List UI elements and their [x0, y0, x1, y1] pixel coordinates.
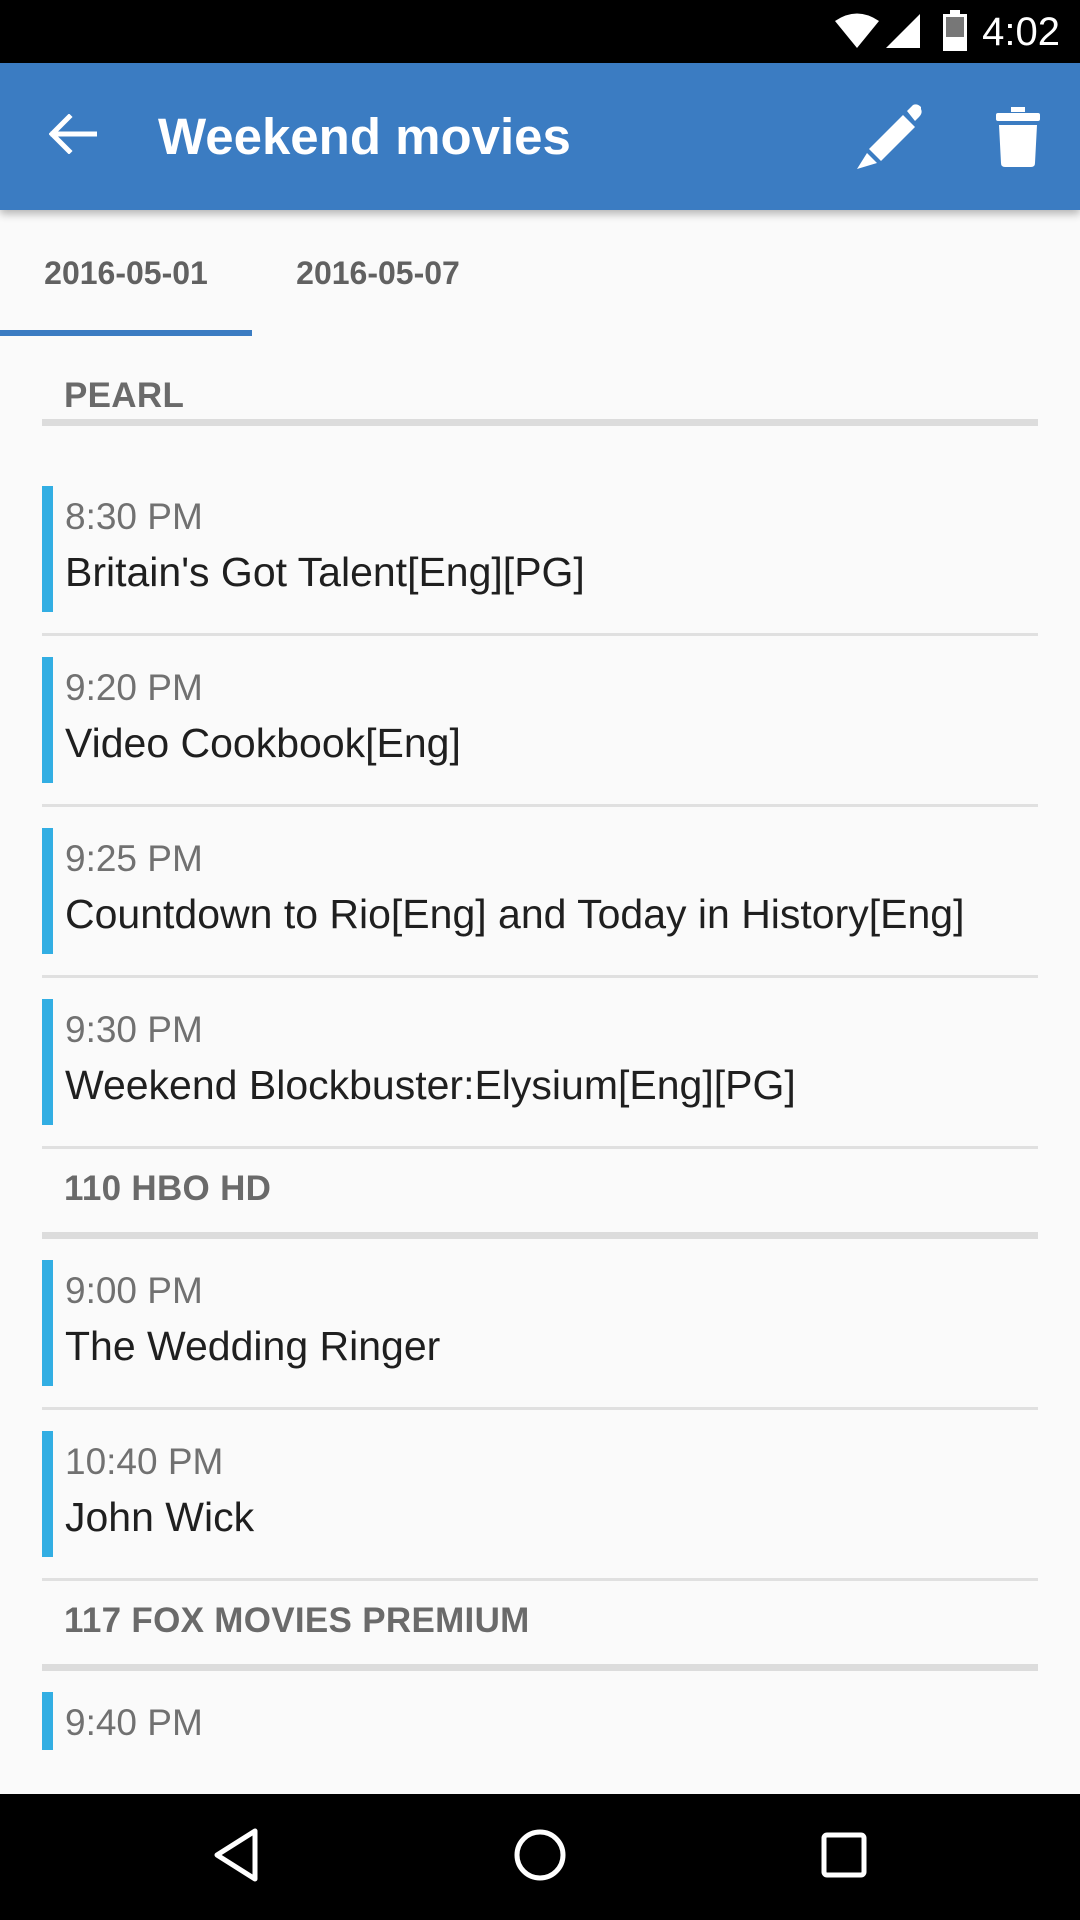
program-time: 9:40 PM	[65, 1702, 203, 1743]
edit-button[interactable]	[850, 99, 930, 179]
system-nav-bar	[0, 1794, 1080, 1920]
program-title: Video Cookbook[Eng]	[65, 720, 461, 766]
arrow-left-icon	[48, 112, 98, 159]
list-item[interactable]: 9:40 PM	[42, 1671, 1038, 1750]
accent-bar	[42, 657, 53, 783]
program-title: Britain's Got Talent[Eng][PG]	[65, 549, 585, 595]
date-tabs: 2016-05-01 2016-05-07	[0, 210, 1080, 336]
list-item[interactable]: 9:20 PM Video Cookbook[Eng]	[42, 636, 1038, 807]
back-button[interactable]	[40, 103, 106, 169]
accent-bar	[42, 1260, 53, 1386]
status-time: 4:02	[982, 10, 1060, 54]
program-title: Countdown to Rio[Eng] and Today in Histo…	[65, 891, 965, 937]
nav-recents-button[interactable]	[804, 1817, 884, 1897]
list-item[interactable]: 10:40 PM John Wick	[42, 1410, 1038, 1581]
program-time: 10:40 PM	[65, 1441, 224, 1482]
tab-2016-05-01[interactable]: 2016-05-01	[0, 210, 252, 336]
pencil-icon	[855, 103, 925, 176]
channel-header: 110 HBO HD	[42, 1149, 1038, 1239]
divider	[42, 419, 1038, 426]
page-title: Weekend movies	[158, 108, 571, 165]
channel-name: 110 HBO HD	[64, 1169, 272, 1208]
battery-icon	[942, 10, 968, 57]
list-item[interactable]: 9:30 PM Weekend Blockbuster:Elysium[Eng]…	[42, 978, 1038, 1149]
delete-button[interactable]	[978, 99, 1058, 179]
program-time: 9:25 PM	[65, 838, 203, 879]
program-time: 9:30 PM	[65, 1009, 203, 1050]
accent-bar	[42, 828, 53, 954]
accent-bar	[42, 1692, 53, 1750]
trash-icon	[995, 106, 1041, 172]
accent-bar	[42, 486, 53, 612]
back-triangle-icon	[211, 1827, 261, 1888]
status-bar: 4:02	[0, 0, 1080, 63]
tab-2016-05-07[interactable]: 2016-05-07	[252, 210, 504, 336]
channel-name: 117 FOX MOVIES PREMIUM	[64, 1601, 530, 1640]
divider	[42, 1232, 1038, 1239]
list-item[interactable]: 9:25 PM Countdown to Rio[Eng] and Today …	[42, 807, 1038, 978]
program-time: 9:20 PM	[65, 667, 203, 708]
program-time: 9:00 PM	[65, 1270, 203, 1311]
wifi-icon	[834, 12, 880, 55]
program-time: 8:30 PM	[65, 496, 203, 537]
nav-home-button[interactable]	[500, 1817, 580, 1897]
divider	[42, 1664, 1038, 1671]
signal-icon	[884, 12, 922, 55]
schedule-list: PEARL 8:30 PM Britain's Got Talent[Eng][…	[0, 336, 1080, 1750]
recents-square-icon	[820, 1831, 868, 1884]
channel-name: PEARL	[64, 376, 185, 415]
list-item[interactable]: 9:00 PM The Wedding Ringer	[42, 1239, 1038, 1410]
program-title: John Wick	[65, 1494, 255, 1540]
list-item[interactable]: 8:30 PM Britain's Got Talent[Eng][PG]	[42, 465, 1038, 636]
nav-back-button[interactable]	[196, 1817, 276, 1897]
home-circle-icon	[513, 1828, 567, 1887]
channel-header: 117 FOX MOVIES PREMIUM	[42, 1581, 1038, 1671]
accent-bar	[42, 999, 53, 1125]
program-title: Weekend Blockbuster:Elysium[Eng][PG]	[65, 1062, 796, 1108]
program-title: The Wedding Ringer	[65, 1323, 441, 1369]
accent-bar	[42, 1431, 53, 1557]
channel-header: PEARL	[42, 336, 1038, 426]
app-bar: Weekend movies	[0, 63, 1080, 210]
